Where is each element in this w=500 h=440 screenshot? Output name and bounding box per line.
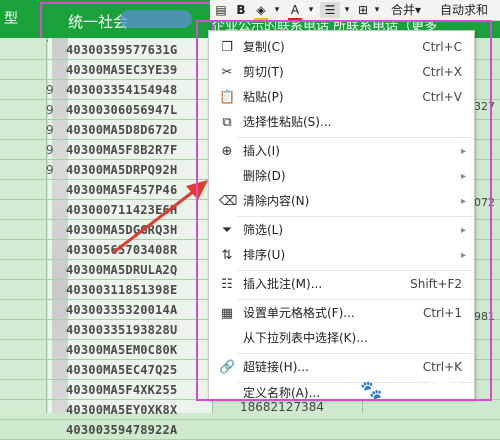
cell-partial[interactable]: 9 [46,160,54,180]
menu-separator [237,137,473,138]
format-cells-icon: ▦ [220,306,234,321]
menu-item-shortcut: Ctrl+1 [422,306,462,320]
menu-item-sort[interactable]: ⇅ 排序(U) ▸ [209,243,474,268]
menu-item-label: 剪切(T) [243,65,284,79]
menu-item-pick-from-list[interactable]: 从下拉列表中选择(K)... [209,326,474,351]
cell-partial[interactable]: 981 [474,310,495,323]
menu-item-shortcut: Ctrl+V [422,90,462,104]
credit-code-cell[interactable]: 40300MA5EC3YE39 [66,60,177,80]
menu-separator [237,270,473,271]
credit-code-cell[interactable]: 40300MA5EY0XK8X [66,400,177,420]
menu-item-label: 选择性粘贴(S)... [243,115,332,129]
credit-code-cell[interactable]: 40300335193828U [66,320,177,340]
cell-partial[interactable]: 072 [474,196,495,209]
credit-code-cell[interactable]: 40300MA5D8D672D [66,120,177,140]
menu-item-label: 插入(I) [243,144,280,158]
menu-item-format-cells[interactable]: ▦ 设置单元格格式(F)... Ctrl+1 [209,301,474,326]
credit-code-cell[interactable]: 40300MA5EM0C80K [66,340,177,360]
paste-icon: 📋 [219,90,236,105]
header-title-text: 统一社会 [68,13,129,31]
menu-item-label: 清除内容(N) [243,194,310,208]
menu-item-label: 粘贴(P) [243,90,284,104]
chevron-right-icon: ▸ [460,171,466,182]
format-painter-icon[interactable]: ▤ [214,2,228,18]
menu-separator [237,216,473,217]
chevron-right-icon: ▸ [460,146,466,157]
menu-item-clear[interactable]: ⌫ 清除内容(N) ▸ [209,189,474,214]
copy-icon: ❐ [221,40,233,55]
credit-code-cell[interactable]: 40300359478922A [66,420,177,440]
chevron-down-icon[interactable]: ▾ [372,2,382,18]
credit-code-cell[interactable]: 40300MA5F8B2R7F [66,140,177,160]
credit-code-cell[interactable]: 40300MA5DRULA2Q [66,260,177,280]
menu-item-shortcut: Ctrl+C [422,40,462,54]
merge-button[interactable]: 合并▾ [386,2,426,18]
watermark-logo: 🐾 Bai 经验 [360,376,500,410]
menu-item-label: 复制(C) [243,40,285,54]
chevron-right-icon: ▸ [460,225,466,236]
autosum-button[interactable]: 自动求和 [434,2,494,18]
insert-icon: ⊕ [221,144,233,159]
bold-button[interactable]: B [234,2,248,18]
menu-item-label: 删除(D) [243,169,286,183]
align-center-icon[interactable]: ☰ [320,2,340,18]
eraser-icon: ⌫ [219,194,238,209]
chevron-right-icon: ▸ [460,196,466,207]
chevron-down-icon[interactable]: ▾ [306,2,316,18]
menu-separator [237,299,473,300]
paste-special-icon: ⧉ [222,115,232,130]
comment-icon: ☷ [221,277,233,292]
fill-color-icon[interactable]: ◈ [254,2,268,20]
border-icon[interactable]: ⊞ [356,2,370,18]
header-cell-type[interactable]: 型 [4,0,18,38]
annotation-arrow [112,180,208,254]
credit-code-cell[interactable]: 403003060569​47L [66,100,177,120]
menu-item-shortcut: Ctrl+X [422,65,462,79]
credit-code-cell[interactable]: 40300MA5EC47Q25 [66,360,177,380]
menu-item-delete[interactable]: 删除(D) ▸ [209,164,474,189]
credit-code-cell[interactable]: 403003118513​98E [66,280,177,300]
menu-item-label: 从下拉列表中选择(K)... [243,331,368,345]
sort-icon: ⇅ [221,248,233,263]
blurred-text-region [120,10,192,28]
cell-partial[interactable]: 9 [46,120,54,140]
chevron-down-icon[interactable]: ▾ [272,2,282,18]
menu-item-label: 排序(U) [243,248,286,262]
paw-icon: 🐾 [360,380,383,401]
cell-partial[interactable]: 9 [46,100,54,120]
column-a [0,38,46,413]
credit-code-cell[interactable]: 40300335320014A [66,300,177,320]
menu-item-cut[interactable]: ✂ 剪切(T) Ctrl+X [209,60,474,85]
menu-item-insert[interactable]: ⊕ 插入(I) ▸ [209,139,474,164]
menu-item-paste[interactable]: 📋 粘贴(P) Ctrl+V [209,85,474,110]
menu-item-label: 定义名称(A)... [243,386,321,400]
menu-item-insert-comment[interactable]: ☷ 插入批注(M)... Shift+F2 [209,272,474,297]
context-menu: ❐ 复制(C) Ctrl+C ✂ 剪切(T) Ctrl+X 📋 粘贴(P) Ct… [208,30,475,400]
chevron-down-icon[interactable]: ▾ [342,2,352,18]
cell-partial[interactable]: 9 [46,140,54,160]
mini-toolbar: ▤ B ◈ ▾ A ▾ ☰ ▾ ⊞ ▾ 合并▾ 自动求和 [210,0,500,21]
cell-partial[interactable]: 327 [474,100,495,113]
font-color-button[interactable]: A [288,2,302,20]
credit-code-cell[interactable]: 403003354154948 [66,80,177,100]
cell-partial[interactable]: 9 [46,80,54,100]
menu-item-paste-special[interactable]: ⧉ 选择性粘贴(S)... [209,110,474,135]
menu-item-shortcut: Shift+F2 [410,277,462,291]
menu-item-filter[interactable]: ⏷ 筛选(L) ▸ [209,218,474,243]
menu-item-label: 设置单元格格式(F)... [243,306,355,320]
chevron-right-icon: ▸ [460,250,466,261]
credit-code-cell[interactable]: 40300359577631G [66,40,177,60]
watermark-text: Bai 经验 [388,380,464,401]
credit-code-cell[interactable]: 40300MA5F4XK255 [66,380,177,400]
filter-icon: ⏷ [221,223,233,238]
cut-icon: ✂ [221,65,233,80]
menu-separator [237,353,473,354]
menu-item-copy[interactable]: ❐ 复制(C) Ctrl+C [209,35,474,60]
menu-item-label: 筛选(L) [243,223,284,237]
menu-item-label: 插入批注(M)... [243,277,323,291]
